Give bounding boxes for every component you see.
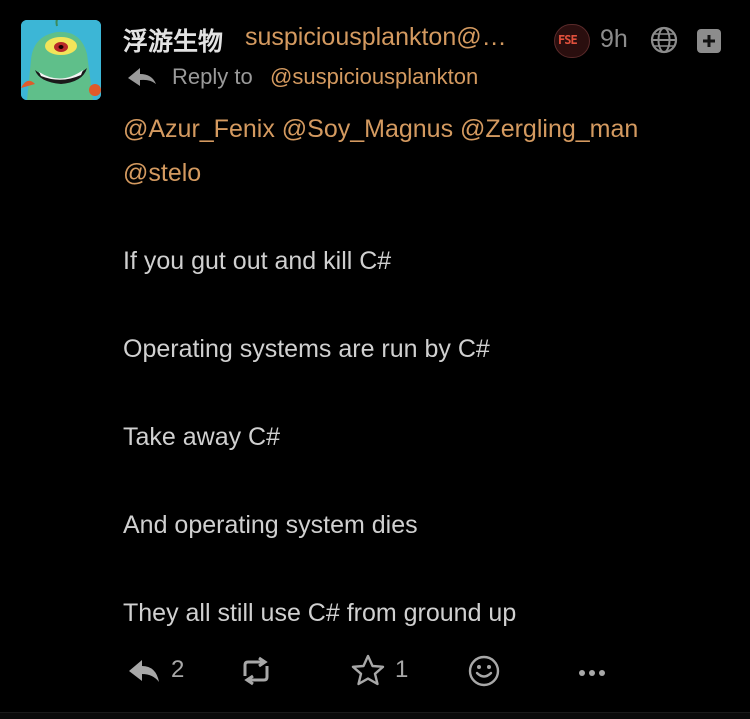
more-options-button[interactable] (577, 650, 613, 694)
mention-link[interactable]: @Zergling_man (460, 115, 638, 143)
post-paragraph: And operating system dies (123, 511, 418, 539)
post-paragraph: Take away C# (123, 423, 281, 451)
repeat-icon (243, 656, 269, 686)
post-header: 浮游生物 suspiciousplankton@… FSE 9h (123, 22, 733, 58)
reply-to-row: Reply to @suspiciousplankton (126, 60, 726, 94)
plankton-avatar-image (21, 20, 101, 100)
mention-link[interactable]: @Soy_Magnus (282, 115, 453, 143)
instance-badge[interactable]: FSE (554, 24, 590, 58)
display-name[interactable]: 浮游生物 (123, 22, 223, 58)
post-paragraph: If you gut out and kill C# (123, 247, 392, 275)
post-body: @Azur_Fenix @Soy_Magnus @Zergling_man @s… (123, 107, 723, 635)
mention-link[interactable]: @stelo (123, 159, 201, 187)
plus-square-icon[interactable] (696, 28, 722, 54)
post-timestamp[interactable]: 9h (600, 25, 628, 54)
reply-count: 2 (171, 656, 185, 683)
user-handle[interactable]: suspiciousplankton@… (245, 23, 513, 52)
smiley-icon (468, 655, 500, 687)
post-paragraph: They all still use C# from ground up (123, 599, 517, 627)
mention-link[interactable]: @Azur_Fenix (123, 115, 275, 143)
favourite-button[interactable]: 1 (351, 650, 421, 694)
reaction-button[interactable] (467, 650, 503, 694)
post-actions: 2 1 (123, 650, 623, 694)
star-icon (351, 654, 385, 686)
avatar[interactable] (21, 20, 101, 100)
reply-arrow-icon (128, 68, 156, 86)
reply-button[interactable]: 2 (127, 650, 197, 694)
mentions-line: @Azur_Fenix @Soy_Magnus @Zergling_man @s… (123, 107, 723, 195)
more-dots-icon (579, 670, 605, 676)
globe-icon (650, 26, 678, 54)
post-paragraph: Operating systems are run by C# (123, 335, 490, 363)
reply-to-handle[interactable]: @suspiciousplankton (270, 64, 478, 90)
reply-to-label: Reply to (172, 64, 253, 89)
renote-button[interactable] (239, 650, 279, 694)
reply-icon (129, 660, 159, 682)
instance-badge-label: FSE (558, 33, 578, 47)
favourite-count: 1 (395, 656, 409, 683)
